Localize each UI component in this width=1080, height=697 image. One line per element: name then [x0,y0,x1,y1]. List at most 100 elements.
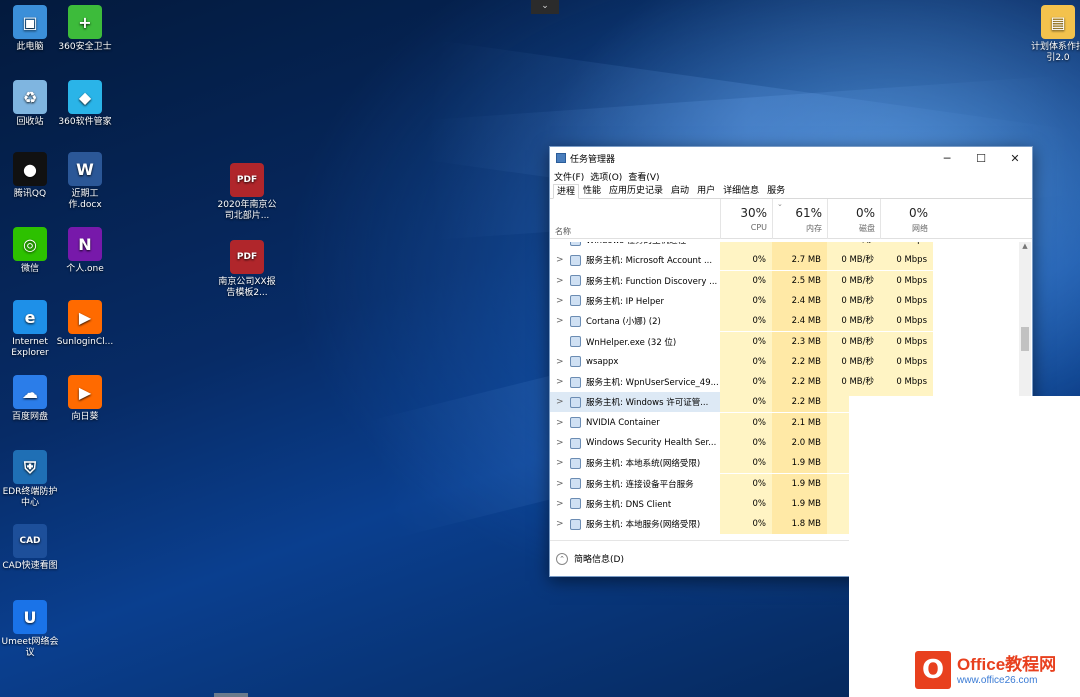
desktop-shortcut[interactable]: ▤ 计划体系作指引2.0 [1028,5,1080,64]
process-row[interactable]: > 服务主机: Microsoft Account ... 0% 2.7 MB 0 MB… [550,250,1032,271]
process-row[interactable]: WnHelper.exe (32 位) 0% 2.3 MB 0 MB/秒 0 Mbps [550,331,1032,352]
chevron-up-icon[interactable]: ⌃ [556,552,568,565]
process-row[interactable]: Windows 任务的主机进程0%2.8 MB0 MB/秒0 Mbps [550,242,1032,250]
expand-arrow-icon[interactable]: > [556,479,564,489]
column-memory[interactable]: ⌄ 61% 内存 [772,199,827,239]
desktop-shortcut-label: 南京公司XX报告模板2... [218,277,276,298]
process-row[interactable]: > 服务主机: IP Helper 0% 2.4 MB 0 MB/秒 0 Mbps [550,290,1032,311]
process-row[interactable]: > wsappx 0% 2.2 MB 0 MB/秒 0 Mbps [550,351,1032,372]
tab-performance[interactable]: 性能 [579,183,605,198]
cpu-value: 0% [720,372,772,393]
process-row[interactable]: > 服务主机: WpnUserService_49... 0% 2.2 MB 0 MB/… [550,372,1032,393]
column-name[interactable]: 名称 [555,226,571,237]
title-bar[interactable]: 任务管理器 ─ ☐ ✕ [550,147,1032,169]
tab-details[interactable]: 详细信息 [719,183,763,198]
scrollbar-thumb[interactable] [1021,327,1029,351]
expand-arrow-icon[interactable]: > [556,296,564,306]
column-disk[interactable]: 0% 磁盘 [827,199,880,239]
desktop-shortcut[interactable]: ◎ 微信 [0,227,60,275]
qq-icon: ● [13,152,47,186]
process-icon [570,295,581,307]
desktop-shortcut[interactable]: U Umeet网络会议 [0,600,60,659]
desktop-shortcut[interactable]: N 个人.one [55,227,115,275]
process-name: 服务主机: WpnUserService_49... [586,378,718,389]
sort-arrow-icon: ⌄ [777,200,783,208]
chevron-down-icon[interactable]: ⌄ [531,0,559,14]
pdf-icon: PDF [230,163,264,197]
expand-arrow-icon[interactable]: > [556,438,564,448]
desktop-shortcut[interactable]: PDF 2020年南京公司北部片... [216,163,278,222]
taskbar-edge [214,693,248,697]
desktop-shortcut[interactable]: ◆ 360软件管家 [55,80,115,128]
cpu-label: CPU [750,223,767,232]
memory-value: 1.9 MB [772,473,827,494]
disk-value: 0 MB/秒 [827,372,880,393]
tab-startup[interactable]: 启动 [667,183,693,198]
watermark-url: www.office26.com [957,674,1038,686]
cpu-value: 0% [720,351,772,372]
expand-arrow-icon[interactable]: > [556,316,564,326]
expand-arrow-icon[interactable]: > [556,276,564,286]
memory-value: 1.9 MB [772,453,827,474]
menu-view[interactable]: 查看(V) [628,170,659,183]
tab-app-history[interactable]: 应用历史记录 [605,183,667,198]
disk-value: 0 MB/秒 [827,331,880,352]
process-name: 服务主机: 连接设备平台服务 [586,479,694,490]
wechat-icon: ◎ [13,227,47,261]
memory-value: 2.2 MB [772,351,827,372]
desktop-shortcut[interactable]: e Internet Explorer [0,300,60,359]
desktop-shortcut-label: 计划体系作指引2.0 [1030,42,1080,63]
expand-arrow-icon[interactable]: > [556,357,564,367]
memory-percent: 61% [795,206,822,220]
expand-arrow-icon[interactable]: > [556,458,564,468]
desktop-shortcut[interactable]: ☁ 百度网盘 [0,375,60,423]
expand-arrow-icon[interactable]: > [556,377,564,387]
network-value: 0 Mbps [880,290,933,311]
minimize-button[interactable]: ─ [930,152,964,165]
desktop-shortcut[interactable]: ▶ SunloginCl... [55,300,115,348]
menu-file[interactable]: 文件(F) [554,170,584,183]
expand-arrow-icon[interactable]: > [556,255,564,265]
fewer-details-link[interactable]: 简略信息(D) [574,552,624,565]
ie-icon: e [13,300,47,334]
desktop-shortcut[interactable]: ● 腾讯QQ [0,152,60,200]
desktop-shortcut[interactable]: PDF 南京公司XX报告模板2... [216,240,278,299]
maximize-button[interactable]: ☐ [964,152,998,165]
scroll-up-icon[interactable]: ▲ [1019,242,1031,250]
column-network[interactable]: 0% 网络 [880,199,933,239]
watermark-logo: O Office教程网 www.office26.com [915,645,1080,695]
desktop-shortcut[interactable]: ⛨ EDR终端防护中心 [0,450,60,509]
tab-processes[interactable]: 进程 [553,184,580,199]
desktop-shortcut[interactable]: W 近期工作.docx [55,152,115,211]
desktop-shortcut[interactable]: ▣ 此电脑 [0,5,60,53]
network-value: 0 Mbps [880,351,933,372]
expand-arrow-icon[interactable]: > [556,519,564,529]
expand-arrow-icon[interactable]: > [556,418,564,428]
process-row[interactable]: > 服务主机: Function Discovery ... 0% 2.5 MB 0 M… [550,270,1032,291]
desktop-shortcut[interactable]: ♻ 回收站 [0,80,60,128]
tab-users[interactable]: 用户 [693,183,719,198]
window-title: 任务管理器 [570,154,616,165]
network-value: 0 Mbps [880,242,933,250]
process-name: 服务主机: Function Discovery ... [586,276,718,287]
close-button[interactable]: ✕ [998,152,1032,165]
tab-services[interactable]: 服务 [763,183,789,198]
desktop-shortcut[interactable]: CAD CAD快速看图 [0,524,60,572]
process-name: 服务主机: 本地服务(网络受限) [586,520,701,531]
process-icon [570,242,581,246]
menu-options[interactable]: 选项(O) [590,170,622,183]
desktop-shortcut[interactable]: +360安全卫士 [55,5,115,53]
memory-value: 2.4 MB [772,311,827,332]
expand-arrow-icon[interactable]: > [556,397,564,407]
disk-percent: 0% [855,206,875,220]
desktop-shortcut-label: 微信 [20,264,39,274]
column-cpu[interactable]: 30% CPU [720,199,772,239]
desktop-shortcut-label: 近期工作.docx [68,189,102,210]
process-row[interactable]: > Cortana (小娜) (2) 0% 2.4 MB 0 MB/秒 0 Mbps [550,311,1032,332]
expand-arrow-icon[interactable]: > [556,499,564,509]
process-icon [570,376,581,388]
cpu-value: 0% [720,242,772,250]
desktop-shortcut[interactable]: ▶ 向日葵 [55,375,115,423]
memory-value: 2.0 MB [772,433,827,453]
process-name: Windows Security Health Ser... [586,438,717,448]
